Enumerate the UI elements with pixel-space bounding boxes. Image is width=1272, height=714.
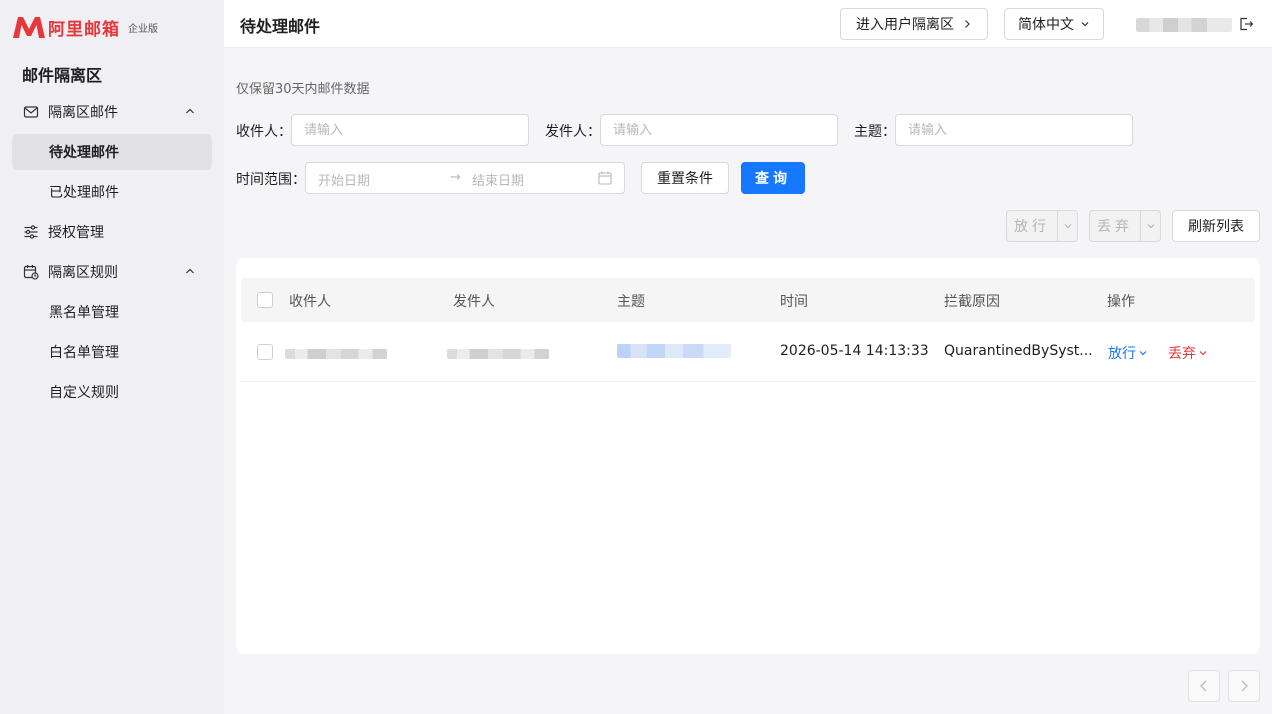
row-time: 2026-05-14 14:13:33 — [780, 343, 929, 359]
chevron-down-icon — [1081, 22, 1089, 27]
row-release-action[interactable]: 放行 — [1108, 343, 1148, 363]
enter-user-quarantine-button[interactable]: 进入用户隔离区 — [840, 8, 988, 40]
sidebar-item-label: 授权管理 — [48, 225, 104, 241]
table-header: 收件人 发件人 主题 时间 拦截原因 操作 — [241, 278, 1255, 322]
chevron-right-icon — [965, 20, 970, 28]
chevron-right-icon — [1241, 680, 1248, 692]
subject-link-redacted[interactable] — [617, 344, 731, 358]
range-arrow-icon: → — [450, 170, 461, 185]
discard-button[interactable]: 丢弃 — [1089, 210, 1141, 242]
brand-logo[interactable]: 阿里邮箱 企业版 — [12, 14, 158, 40]
row-discard-label: 丢弃 — [1168, 346, 1196, 362]
next-page-button[interactable] — [1228, 670, 1260, 702]
sidebar: 阿里邮箱 企业版 邮件隔离区 隔离区邮件 待处理邮件 已处理邮件 授权管理 隔离… — [0, 0, 224, 714]
time-range-label: 时间范围： — [236, 172, 306, 188]
start-date-input[interactable]: 开始日期 — [318, 170, 370, 189]
select-all-checkbox[interactable] — [257, 292, 273, 308]
discard-split-button[interactable]: 丢弃 — [1089, 210, 1161, 242]
language-select[interactable]: 简体中文 — [1004, 8, 1104, 40]
chevron-down-icon — [1139, 351, 1147, 356]
top-header: 待处理邮件 进入用户隔离区 简体中文 — [224, 0, 1272, 48]
row-discard-action[interactable]: 丢弃 — [1168, 343, 1208, 363]
sidebar-title: 邮件隔离区 — [22, 66, 103, 85]
enter-user-quarantine-label: 进入用户隔离区 — [856, 17, 954, 33]
mail-table: 收件人 发件人 主题 时间 拦截原因 操作 2026-05-14 14:13:3… — [236, 258, 1260, 654]
sliders-icon — [22, 223, 40, 241]
row-reason: QuarantinedBySyst... — [944, 343, 1093, 359]
sidebar-item-label: 隔离区邮件 — [48, 105, 118, 121]
brand-name: 阿里邮箱 — [48, 19, 120, 40]
retention-note: 仅保留30天内邮件数据 — [236, 82, 370, 97]
sidebar-item-label: 自定义规则 — [49, 385, 119, 401]
sidebar-item-custom-rules[interactable]: 自定义规则 — [12, 374, 212, 410]
chevron-down-icon — [1147, 224, 1154, 229]
logo-m-icon — [13, 17, 45, 38]
query-button[interactable]: 查询 — [741, 162, 805, 194]
page-title: 待处理邮件 — [240, 17, 321, 36]
chevron-down-icon — [1199, 351, 1207, 356]
sender-input[interactable] — [600, 114, 838, 146]
end-date-input[interactable]: 结束日期 — [472, 170, 524, 189]
column-header-recipient: 收件人 — [289, 294, 331, 310]
brand-badge: 企业版 — [128, 23, 158, 35]
column-header-sender: 发件人 — [453, 294, 495, 310]
reset-filters-button[interactable]: 重置条件 — [641, 162, 729, 194]
chevron-up-icon — [186, 268, 194, 274]
recipient-label: 收件人： — [236, 124, 292, 140]
sidebar-item-processed-mail[interactable]: 已处理邮件 — [12, 174, 212, 210]
date-range-picker[interactable]: 开始日期 → 结束日期 — [305, 162, 625, 194]
sidebar-item-label: 隔离区规则 — [48, 265, 118, 281]
sidebar-item-blacklist[interactable]: 黑名单管理 — [12, 294, 212, 330]
sidebar-item-label: 黑名单管理 — [49, 305, 119, 321]
row-release-label: 放行 — [1108, 346, 1136, 362]
sidebar-item-label: 待处理邮件 — [49, 145, 119, 161]
sidebar-item-authorization[interactable]: 授权管理 — [12, 214, 212, 250]
recipient-redacted — [285, 349, 387, 359]
sender-label: 发件人： — [545, 124, 601, 140]
chevron-down-icon — [1064, 224, 1071, 229]
release-split-button[interactable]: 放行 — [1006, 210, 1078, 242]
sidebar-item-label: 已处理邮件 — [49, 185, 119, 201]
column-header-reason: 拦截原因 — [944, 294, 1000, 310]
column-header-subject: 主题 — [617, 294, 645, 310]
chevron-up-icon — [186, 108, 194, 114]
sidebar-item-quarantine-rules[interactable]: 隔离区规则 — [12, 254, 212, 290]
row-checkbox[interactable] — [257, 344, 273, 360]
calendar-icon — [598, 171, 612, 185]
release-button[interactable]: 放行 — [1006, 210, 1058, 242]
sidebar-item-quarantine-mail[interactable]: 隔离区邮件 — [12, 94, 212, 130]
sender-redacted — [447, 349, 549, 359]
prev-page-button[interactable] — [1188, 670, 1220, 702]
discard-dropdown-toggle[interactable] — [1141, 210, 1161, 242]
calendar-clock-icon — [22, 263, 40, 281]
logout-icon[interactable] — [1238, 16, 1254, 32]
sidebar-item-whitelist[interactable]: 白名单管理 — [12, 334, 212, 370]
recipient-input[interactable] — [291, 114, 529, 146]
mail-icon — [22, 103, 40, 121]
user-account-redacted[interactable] — [1136, 18, 1232, 32]
table-row: 2026-05-14 14:13:33 QuarantinedBySyst...… — [241, 322, 1255, 382]
sidebar-item-pending-mail[interactable]: 待处理邮件 — [12, 134, 212, 170]
chevron-left-icon — [1200, 680, 1207, 692]
subject-input[interactable] — [895, 114, 1133, 146]
language-label: 简体中文 — [1018, 17, 1074, 33]
release-dropdown-toggle[interactable] — [1058, 210, 1078, 242]
subject-label: 主题： — [854, 124, 896, 140]
sidebar-item-label: 白名单管理 — [49, 345, 119, 361]
column-header-time: 时间 — [780, 294, 808, 310]
column-header-actions: 操作 — [1107, 294, 1135, 310]
refresh-list-button[interactable]: 刷新列表 — [1172, 210, 1260, 242]
